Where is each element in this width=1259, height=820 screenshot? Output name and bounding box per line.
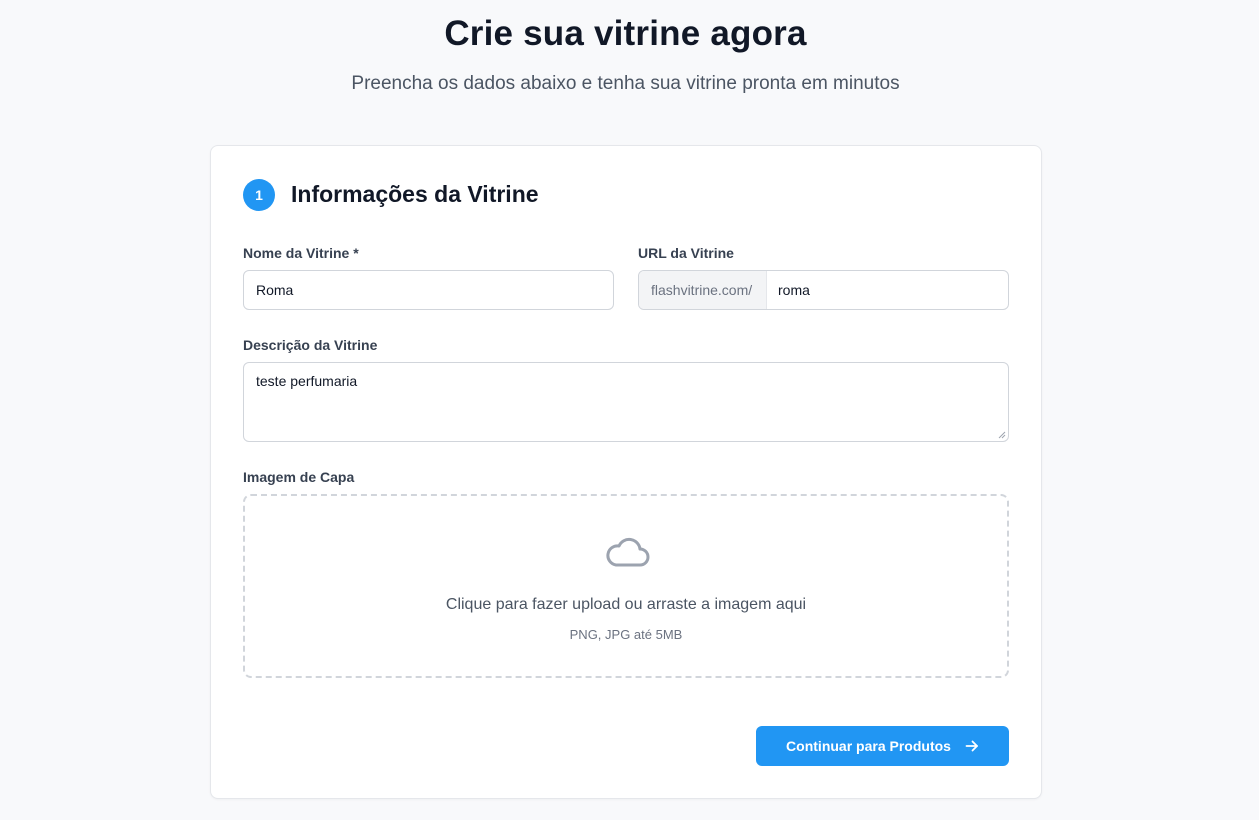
description-label: Descrição da Vitrine bbox=[243, 337, 378, 353]
cover-image-label: Imagem de Capa bbox=[243, 469, 355, 485]
page-subtitle: Preencha os dados abaixo e tenha sua vit… bbox=[351, 73, 900, 94]
continue-button-label: Continuar para Produtos bbox=[786, 738, 951, 754]
section-title: Informações da Vitrine bbox=[291, 181, 539, 207]
url-prefix: flashvitrine.com/ bbox=[639, 271, 767, 309]
continue-button[interactable]: Continuar para Produtos bbox=[756, 726, 1009, 766]
page-title: Crie sua vitrine agora bbox=[444, 14, 807, 53]
arrow-right-icon bbox=[965, 740, 978, 752]
url-label: URL da Vitrine bbox=[638, 245, 734, 261]
resize-handle-icon[interactable] bbox=[998, 431, 1006, 439]
cover-image-dropzone[interactable]: Clique para fazer upload ou arraste a im… bbox=[243, 494, 1009, 678]
form-card: 1 Informações da Vitrine Nome da Vitrine… bbox=[210, 145, 1042, 799]
name-input-value: Roma bbox=[256, 282, 294, 298]
cloud-upload-icon bbox=[606, 537, 650, 567]
upload-instructions: Clique para fazer upload ou arraste a im… bbox=[445, 596, 807, 613]
name-label: Nome da Vitrine * bbox=[243, 245, 359, 261]
name-input[interactable]: Roma bbox=[243, 270, 614, 310]
description-textarea[interactable]: teste perfumaria bbox=[243, 362, 1009, 442]
url-field: flashvitrine.com/ roma bbox=[638, 270, 1009, 310]
description-value: teste perfumaria bbox=[256, 373, 358, 389]
url-input[interactable]: roma bbox=[767, 271, 1008, 309]
step-number-badge: 1 bbox=[243, 179, 275, 211]
upload-hint: PNG, JPG até 5MB bbox=[569, 627, 683, 642]
